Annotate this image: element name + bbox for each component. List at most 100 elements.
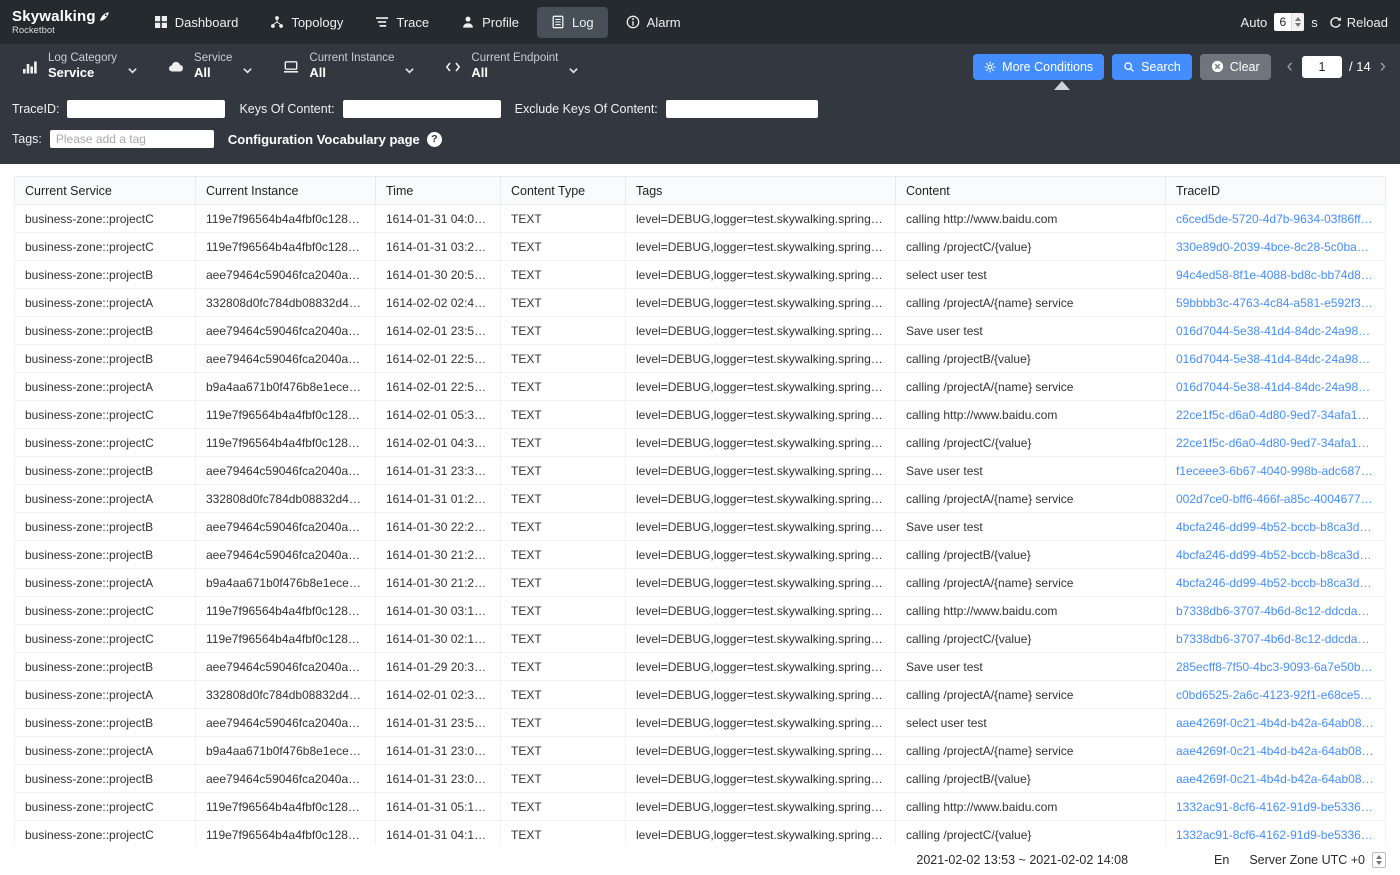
trace-icon: [375, 15, 389, 29]
cell-traceid[interactable]: 4bcfa246-dd99-4b52-bccb-b8ca3dc5fc94: [1166, 569, 1386, 597]
cell-content: Save user test: [896, 317, 1166, 345]
table-row[interactable]: business-zone::projectC119e7f96564b4a4fb…: [15, 401, 1386, 429]
cell-traceid[interactable]: 285ecff8-7f50-4bc3-9093-6a7e50b6a9a3: [1166, 653, 1386, 681]
traceid-input[interactable]: [67, 100, 225, 118]
brand-subtitle: Rocketbot: [12, 26, 110, 36]
cell-current-instance: 119e7f96564b4a4fbf0c128a7b0...: [196, 821, 376, 846]
filter-log-category[interactable]: Log CategoryService: [12, 44, 158, 89]
app-logo[interactable]: Skywalking Rocketbot: [12, 9, 110, 36]
cell-traceid[interactable]: 4bcfa246-dd99-4b52-bccb-b8ca3dc5fc94: [1166, 513, 1386, 541]
filter-selected-value: All: [471, 66, 558, 81]
language-switch[interactable]: En: [1214, 853, 1229, 867]
clear-button[interactable]: Clear: [1200, 54, 1271, 80]
table-row[interactable]: business-zone::projectC119e7f96564b4a4fb…: [15, 625, 1386, 653]
nav-item-profile[interactable]: Profile: [447, 7, 533, 38]
table-row[interactable]: business-zone::projectC119e7f96564b4a4fb…: [15, 793, 1386, 821]
cell-content-type: TEXT: [501, 597, 626, 625]
table-row[interactable]: business-zone::projectBaee79464c59046fca…: [15, 261, 1386, 289]
cell-traceid[interactable]: 330e89d0-2039-4bce-8c28-5c0ba6bc8ce7: [1166, 233, 1386, 261]
table-row[interactable]: business-zone::projectBaee79464c59046fca…: [15, 513, 1386, 541]
table-row[interactable]: business-zone::projectBaee79464c59046fca…: [15, 765, 1386, 793]
cell-traceid[interactable]: 4bcfa246-dd99-4b52-bccb-b8ca3dc5fc94: [1166, 541, 1386, 569]
table-row[interactable]: business-zone::projectAb9a4aa671b0f476b8…: [15, 373, 1386, 401]
table-row[interactable]: business-zone::projectA332808d0fc784db08…: [15, 681, 1386, 709]
help-icon[interactable]: ?: [427, 132, 442, 147]
vocabulary-page-link[interactable]: Configuration Vocabulary page: [228, 132, 420, 147]
cell-time: 1614-01-31 23:55:05: [376, 709, 501, 737]
time-range-picker[interactable]: 2021-02-02 13:53 ~ 2021-02-02 14:08: [916, 853, 1128, 867]
exclude-keys-input[interactable]: [666, 100, 818, 118]
cell-current-instance: aee79464c59046fca2040a6c68...: [196, 317, 376, 345]
table-row[interactable]: business-zone::projectAb9a4aa671b0f476b8…: [15, 569, 1386, 597]
cell-content: calling http://www.baidu.com: [896, 205, 1166, 233]
cell-traceid[interactable]: f1eceee3-6b67-4040-998b-adc6871261c1: [1166, 457, 1386, 485]
cell-traceid[interactable]: 22ce1f5c-d6a0-4d80-9ed7-34afa1be2490: [1166, 429, 1386, 457]
cell-traceid[interactable]: 59bbbb3c-4763-4c84-a581-e592f39865bd: [1166, 289, 1386, 317]
reload-button[interactable]: Reload: [1329, 15, 1388, 30]
table-row[interactable]: business-zone::projectC119e7f96564b4a4fb…: [15, 429, 1386, 457]
filter-selected-value: All: [194, 66, 232, 81]
cell-traceid[interactable]: c0bd6525-2a6c-4123-92f1-e68ce57f767d: [1166, 681, 1386, 709]
tags-input[interactable]: [50, 130, 214, 148]
search-button[interactable]: Search: [1112, 54, 1192, 80]
more-conditions-label: More Conditions: [1002, 60, 1093, 74]
cell-current-service: business-zone::projectC: [15, 429, 196, 457]
cell-current-instance: 332808d0fc784db08832d40f683...: [196, 485, 376, 513]
chart-icon: [22, 59, 38, 75]
cell-traceid[interactable]: 016d7044-5e38-41d4-84dc-24a98624a30e: [1166, 345, 1386, 373]
keys-of-content-input[interactable]: [343, 100, 501, 118]
cell-time: 1614-01-29 20:30:08: [376, 653, 501, 681]
cell-traceid[interactable]: 016d7044-5e38-41d4-84dc-24a98624a30e: [1166, 317, 1386, 345]
table-row[interactable]: business-zone::projectA332808d0fc784db08…: [15, 485, 1386, 513]
table-row[interactable]: business-zone::projectAb9a4aa671b0f476b8…: [15, 737, 1386, 765]
table-row[interactable]: business-zone::projectC119e7f96564b4a4fb…: [15, 205, 1386, 233]
stepper-arrows-icon[interactable]: [1291, 13, 1304, 31]
table-row[interactable]: business-zone::projectBaee79464c59046fca…: [15, 653, 1386, 681]
nav-item-trace[interactable]: Trace: [361, 7, 443, 38]
auto-interval-stepper[interactable]: 6: [1274, 13, 1304, 31]
filter-current-instance[interactable]: Current InstanceAll: [273, 44, 435, 89]
cell-traceid[interactable]: b7338db6-3707-4b6d-8c12-ddcdabbdb45a: [1166, 625, 1386, 653]
column-header-content-type: Content Type: [501, 177, 626, 205]
table-row[interactable]: business-zone::projectC119e7f96564b4a4fb…: [15, 597, 1386, 625]
cell-content-type: TEXT: [501, 569, 626, 597]
cell-traceid[interactable]: c6ced5de-5720-4d7b-9634-03f86ff55d30: [1166, 205, 1386, 233]
nav-item-log[interactable]: Log: [537, 7, 608, 38]
cell-traceid[interactable]: b7338db6-3707-4b6d-8c12-ddcdabbdb45a: [1166, 597, 1386, 625]
table-row[interactable]: business-zone::projectC119e7f96564b4a4fb…: [15, 821, 1386, 846]
table-row[interactable]: business-zone::projectBaee79464c59046fca…: [15, 457, 1386, 485]
nav-item-dashboard[interactable]: Dashboard: [140, 7, 253, 38]
cell-traceid[interactable]: aae4269f-0c21-4b4d-b42a-64ab08808ac8: [1166, 709, 1386, 737]
more-conditions-button[interactable]: More Conditions: [973, 54, 1104, 80]
cell-current-instance: aee79464c59046fca2040a6c68...: [196, 653, 376, 681]
table-row[interactable]: business-zone::projectBaee79464c59046fca…: [15, 317, 1386, 345]
server-zone-stepper[interactable]: [1372, 852, 1386, 868]
cell-traceid[interactable]: 016d7044-5e38-41d4-84dc-24a98624a30e: [1166, 373, 1386, 401]
current-page-input[interactable]: 1: [1302, 56, 1342, 78]
table-row[interactable]: business-zone::projectC119e7f96564b4a4fb…: [15, 233, 1386, 261]
cell-traceid[interactable]: 002d7ce0-bff6-466f-a85c-4004677d8fbf: [1166, 485, 1386, 513]
cell-traceid[interactable]: 94c4ed58-8f1e-4088-bd8c-bb74d8eca703: [1166, 261, 1386, 289]
nav-item-alarm[interactable]: Alarm: [612, 7, 695, 38]
cell-traceid[interactable]: 1332ac91-8cf6-4162-91d9-be53361168a9: [1166, 793, 1386, 821]
log-table-header-row: Current ServiceCurrent InstanceTimeConte…: [15, 177, 1386, 205]
nav-item-label: Alarm: [647, 15, 681, 30]
cell-content: calling http://www.baidu.com: [896, 597, 1166, 625]
cell-traceid[interactable]: aae4269f-0c21-4b4d-b42a-64ab08808ac8: [1166, 765, 1386, 793]
filter-service[interactable]: ServiceAll: [158, 44, 273, 89]
tags-label: Tags:: [12, 132, 42, 146]
table-row[interactable]: business-zone::projectBaee79464c59046fca…: [15, 541, 1386, 569]
cell-content-type: TEXT: [501, 345, 626, 373]
cell-traceid[interactable]: 1332ac91-8cf6-4162-91d9-be53361168a9: [1166, 821, 1386, 846]
nav-item-topology[interactable]: Topology: [256, 7, 357, 38]
table-row[interactable]: business-zone::projectBaee79464c59046fca…: [15, 709, 1386, 737]
cell-traceid[interactable]: 22ce1f5c-d6a0-4d80-9ed7-34afa1be2490: [1166, 401, 1386, 429]
filter-current-endpoint[interactable]: Current EndpointAll: [435, 44, 599, 89]
next-page-button[interactable]: ›: [1378, 57, 1388, 76]
cell-content: select user test: [896, 709, 1166, 737]
table-row[interactable]: business-zone::projectBaee79464c59046fca…: [15, 345, 1386, 373]
cell-traceid[interactable]: aae4269f-0c21-4b4d-b42a-64ab08808ac8: [1166, 737, 1386, 765]
table-row[interactable]: business-zone::projectA332808d0fc784db08…: [15, 289, 1386, 317]
prev-page-button[interactable]: ‹: [1285, 57, 1295, 76]
cell-current-service: business-zone::projectB: [15, 261, 196, 289]
